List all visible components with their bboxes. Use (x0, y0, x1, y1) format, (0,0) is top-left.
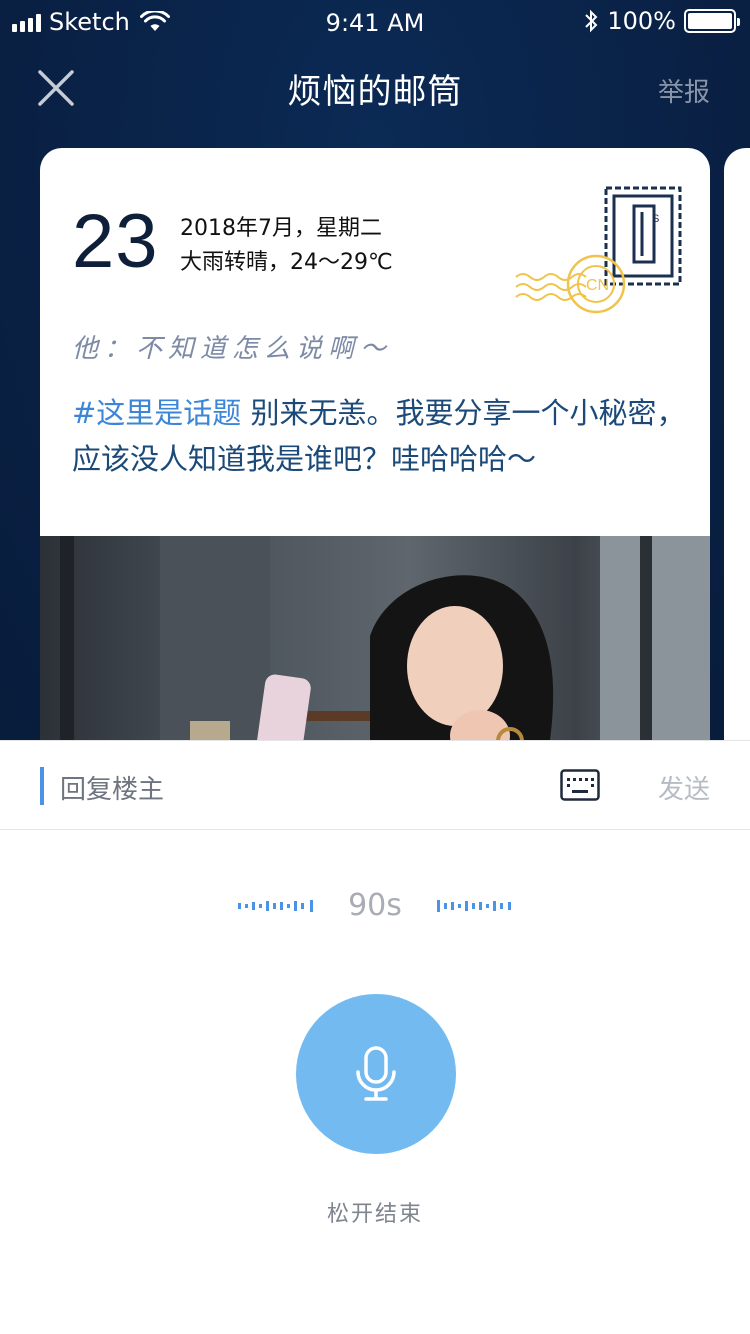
waveform-right-icon (437, 900, 511, 912)
send-button[interactable]: 发送 (658, 769, 710, 806)
letter-card: 23 2018年7月，星期二 大雨转晴，24～29℃ S CN 他：不知道怎么说… (40, 148, 710, 788)
date-month-weekday: 2018年7月，星期二 (180, 216, 382, 241)
reply-input[interactable]: 回复楼主 (60, 769, 360, 806)
next-card-peek[interactable] (724, 148, 750, 788)
voice-area: 90s 松开结束 (0, 830, 750, 1334)
keyboard-icon[interactable] (560, 769, 600, 801)
weather-line: 大雨转晴，24～29℃ (180, 250, 393, 275)
bluetooth-icon (585, 9, 598, 33)
postmark-text: CN (586, 277, 609, 294)
topic-tag[interactable]: #这里是话题 (72, 396, 241, 430)
stamp-letter: S (652, 213, 659, 225)
report-button[interactable]: 举报 (658, 72, 710, 109)
release-to-end-label: 松开结束 (326, 1202, 423, 1227)
microphone-icon (356, 1046, 396, 1101)
battery-percent: 100% (607, 7, 676, 35)
nav-bar: 烦恼的邮筒 举报 (0, 44, 750, 132)
status-bar: Sketch 9:41 AM 100% (0, 0, 750, 44)
status-right: 100% (583, 7, 740, 35)
battery-icon (684, 9, 740, 33)
handwriting-line: 他：不知道怎么说啊～ (72, 334, 393, 364)
date-day: 23 (72, 199, 159, 284)
input-cursor (40, 767, 44, 805)
post-text: #这里是话题 别来无恙。我要分享一个小秘密，应该没人知道我是谁吧？哇哈哈哈～ (72, 390, 692, 482)
page-title: 烦恼的邮筒 (287, 72, 463, 112)
stamp-icon: S CN (515, 186, 682, 314)
record-button[interactable] (296, 994, 456, 1154)
reply-bar: 回复楼主 发送 (0, 740, 750, 830)
recording-duration: 90s (348, 888, 402, 923)
